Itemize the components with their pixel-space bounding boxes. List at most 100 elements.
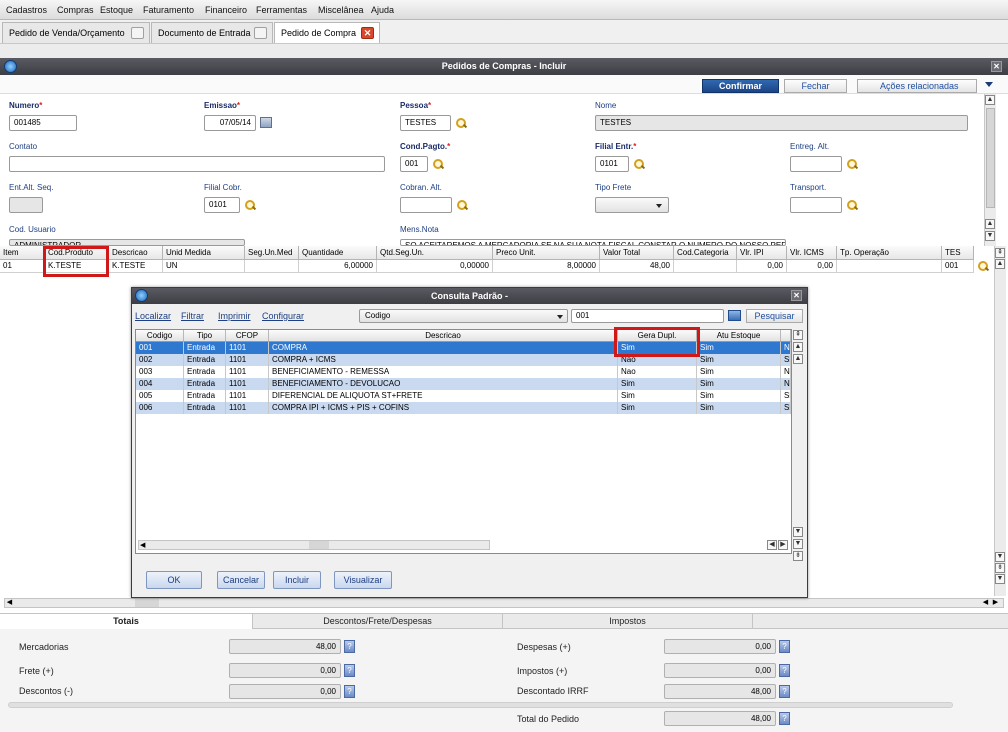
scroll-down-icon[interactable]: ▼ [985,231,995,241]
grid-cell[interactable]: UN [163,260,245,273]
scroll-thumb[interactable] [135,599,159,607]
col-header[interactable]: Codigo [136,330,184,342]
scroll-left-icon[interactable]: ◀ [5,599,14,607]
search-icon[interactable] [633,158,645,170]
ent-alt-seq-field[interactable] [9,197,43,213]
close-button[interactable]: Fechar [784,79,847,93]
help-icon[interactable]: ? [779,712,790,725]
grid-header[interactable]: Cod.Categoria [674,246,737,260]
table-row[interactable]: 006 Entrada 1101 COMPRA IPI + ICMS + PIS… [136,402,791,414]
search-icon[interactable] [846,158,858,170]
menu-cadastros[interactable]: Cadastros [6,5,47,15]
tab-impostos[interactable]: Impostos [503,614,753,629]
scroll-down-icon[interactable]: ▼ [793,539,803,549]
scroll-right-icon[interactable]: ▶ [991,599,1000,607]
include-button[interactable]: Incluir [273,571,321,589]
scroll-up-icon[interactable]: ▲ [995,259,1005,269]
scroll-left-icon[interactable]: ◀ [981,599,990,607]
grid-cell[interactable]: 001 [942,260,974,273]
filial-entr-field[interactable]: 0101 [595,156,629,172]
cond-pagto-field[interactable]: 001 [400,156,428,172]
menu-miscelanea[interactable]: Miscelânea [318,5,364,15]
scroll-thumb[interactable] [986,108,995,208]
help-icon[interactable]: ? [779,640,790,653]
col-header[interactable]: Descricao [269,330,618,342]
grid-header[interactable]: Tp. Operação [837,246,942,260]
irrf-value[interactable]: 48,00 [664,684,776,699]
grid-header[interactable]: Vlr. IPI [737,246,787,260]
despesas-value[interactable]: 0,00 [664,639,776,654]
localizar-link[interactable]: Localizar [135,311,171,321]
scroll-up-icon[interactable]: ▲ [793,342,803,352]
scroll-top-icon[interactable]: ⇞ [793,330,803,340]
grid-header[interactable]: Descricao [109,246,163,260]
scroll-left-icon[interactable]: ◀ [140,541,145,549]
help-icon[interactable]: ? [779,664,790,677]
scroll-end-icon[interactable]: ▼ [995,574,1005,584]
close-icon[interactable]: ✕ [991,61,1002,72]
menu-faturamento[interactable]: Faturamento [143,5,194,15]
emissao-field[interactable]: 07/05/14 [204,115,256,131]
close-icon[interactable]: ✕ [361,27,374,39]
imprimir-link[interactable]: Imprimir [218,311,251,321]
menu-compras[interactable]: Compras [57,5,94,15]
menu-ajuda[interactable]: Ajuda [371,5,394,15]
grid-header[interactable]: TES [942,246,974,260]
table-row[interactable]: 002 Entrada 1101 COMPRA + ICMS Nao Sim S… [136,354,791,366]
help-icon[interactable]: ? [344,685,355,698]
grid-cell[interactable]: 01 [0,260,45,273]
tab-documento-entrada[interactable]: Documento de Entrada [151,22,273,43]
grid-header[interactable]: Preco Unit. [493,246,600,260]
pessoa-field[interactable]: TESTES [400,115,451,131]
search-icon[interactable] [456,199,468,211]
search-icon[interactable] [432,158,444,170]
table-hscrollbar[interactable]: ◀ [138,540,490,550]
grid-cell[interactable] [245,260,299,273]
search-icon[interactable] [977,260,989,272]
tipo-frete-select[interactable] [595,197,669,213]
search-icon[interactable] [244,199,256,211]
grid-header[interactable]: Item [0,246,45,260]
filial-cobr-field[interactable]: 0101 [204,197,240,213]
menu-ferramentas[interactable]: Ferramentas [256,5,307,15]
close-icon[interactable] [254,27,267,39]
mens-nota-field[interactable]: SO ACEITAREMOS A MERCADORIA SE NA SUA NO… [400,239,786,246]
grid-cell[interactable]: 0,00 [787,260,837,273]
grid-cell[interactable]: 8,00000 [493,260,600,273]
chevron-down-icon[interactable] [985,82,993,87]
transport-field[interactable] [790,197,842,213]
form-scrollbar[interactable]: ▲ ▲ ▼ [984,94,996,246]
scroll-top-icon[interactable]: ⇞ [995,248,1005,258]
calendar-icon[interactable] [260,117,272,128]
descontos-value[interactable]: 0,00 [229,684,341,699]
grid-cell[interactable]: 0,00000 [377,260,493,273]
cancel-button[interactable]: Cancelar [217,571,265,589]
scroll-up-icon[interactable]: ▲ [793,354,803,364]
grid-cell[interactable] [837,260,942,273]
scroll-top-icon[interactable]: ▲ [985,219,995,229]
table-row[interactable]: 004 Entrada 1101 BENEFICIAMENTO - DEVOLU… [136,378,791,390]
search-icon[interactable] [455,117,467,129]
grid-scrollbar[interactable]: ⇞ ▲ ▼ ⇟ ▼ [994,246,1006,596]
grid-hscrollbar[interactable]: ◀ ◀ ▶ [4,598,1004,608]
grid-header[interactable]: Vlr. ICMS [787,246,837,260]
col-header[interactable]: Gera Dupl. [618,330,697,342]
tab-pedido-compra[interactable]: Pedido de Compra ✕ [274,22,380,43]
grid-cell-cod-produto[interactable]: K.TESTE [45,260,109,273]
grid-cell[interactable]: K.TESTE [109,260,163,273]
frete-value[interactable]: 0,00 [229,663,341,678]
help-icon[interactable]: ? [779,685,790,698]
related-actions-button[interactable]: Ações relacionadas [857,79,977,93]
grid-header[interactable]: Qtd.Seg.Un. [377,246,493,260]
mercadorias-value[interactable]: 48,00 [229,639,341,654]
search-icon[interactable] [846,199,858,211]
configurar-link[interactable]: Configurar [262,311,304,321]
search-field-select[interactable]: Codigo [359,309,568,323]
col-header[interactable]: Tipo [184,330,226,342]
help-icon[interactable]: ? [344,640,355,653]
table-row[interactable]: 001 Entrada 1101 COMPRA Sim Sim N [136,342,791,354]
impostos-value[interactable]: 0,00 [664,663,776,678]
ok-button[interactable]: OK [146,571,202,589]
scroll-down-icon[interactable]: ▼ [793,527,803,537]
scroll-bottom-icon[interactable]: ⇟ [793,551,803,561]
